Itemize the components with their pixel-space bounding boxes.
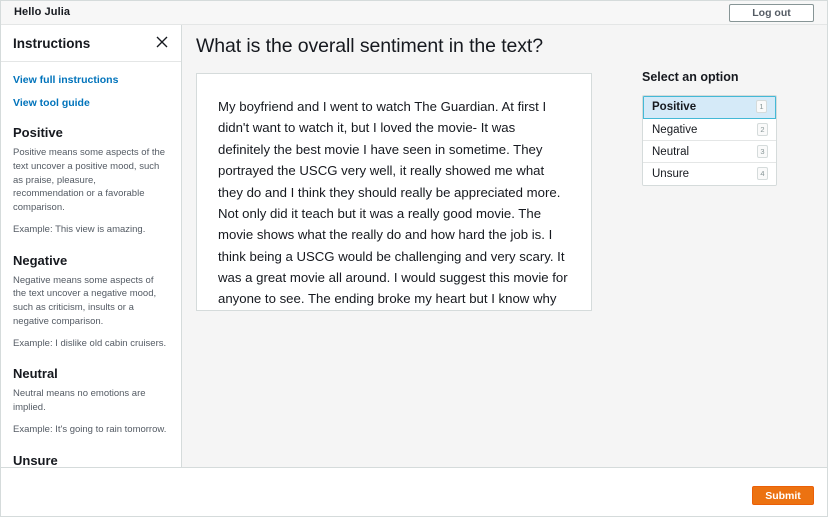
view-full-instructions-link[interactable]: View full instructions: [13, 74, 169, 86]
instruction-section: Positive Positive means some aspects of …: [13, 125, 169, 237]
section-heading-unsure: Unsure: [13, 453, 169, 467]
shortcut-key-badge: 2: [757, 123, 768, 136]
section-body-neutral: Neutral means no emotions are implied.: [13, 387, 169, 415]
options-title: Select an option: [642, 70, 777, 84]
option-label: Unsure: [652, 163, 689, 185]
section-example-positive: Example: This view is amazing.: [13, 223, 169, 237]
section-example-neutral: Example: It's going to rain tomorrow.: [13, 423, 169, 437]
section-body-negative: Negative means some aspects of the text …: [13, 274, 169, 329]
option-positive[interactable]: Positive 1: [643, 96, 776, 119]
instructions-body: View full instructions View tool guide P…: [1, 63, 181, 467]
instruction-section: Unsure Select this option when you are n…: [13, 453, 169, 467]
instructions-title: Instructions: [13, 36, 90, 51]
option-label: Negative: [652, 119, 697, 141]
instructions-header: Instructions: [1, 25, 181, 62]
shortcut-key-badge: 3: [757, 145, 768, 158]
option-label: Neutral: [652, 141, 689, 163]
view-tool-guide-link[interactable]: View tool guide: [13, 97, 169, 109]
section-heading-negative: Negative: [13, 253, 169, 268]
shortcut-key-badge: 4: [757, 167, 768, 180]
logout-button[interactable]: Log out: [729, 4, 814, 22]
section-heading-positive: Positive: [13, 125, 169, 140]
section-body-positive: Positive means some aspects of the text …: [13, 146, 169, 215]
options-list: Positive 1 Negative 2 Neutral 3 Unsure 4: [642, 95, 777, 186]
top-bar: Hello Julia Log out: [1, 1, 827, 25]
task-window: Hello Julia Log out Instructions View fu…: [0, 0, 828, 517]
footer-bar: Submit: [1, 469, 827, 516]
shortcut-key-badge: 1: [756, 100, 767, 113]
passage-box: My boyfriend and I went to watch The Gua…: [196, 73, 592, 311]
section-heading-neutral: Neutral: [13, 366, 169, 381]
content-region: Instructions View full instructions View…: [1, 25, 827, 468]
option-unsure[interactable]: Unsure 4: [643, 163, 776, 185]
section-example-negative: Example: I dislike old cabin cruisers.: [13, 337, 169, 351]
passage-text: My boyfriend and I went to watch The Gua…: [197, 74, 591, 310]
option-negative[interactable]: Negative 2: [643, 119, 776, 141]
instruction-section: Neutral Neutral means no emotions are im…: [13, 366, 169, 436]
instructions-sidebar: Instructions View full instructions View…: [1, 25, 182, 467]
greeting-text: Hello Julia: [14, 6, 70, 18]
submit-button[interactable]: Submit: [752, 486, 814, 505]
close-icon[interactable]: [153, 33, 171, 51]
main-panel: What is the overall sentiment in the tex…: [183, 25, 827, 467]
options-panel: Select an option Positive 1 Negative 2 N…: [642, 70, 777, 186]
option-neutral[interactable]: Neutral 3: [643, 141, 776, 163]
page-title: What is the overall sentiment in the tex…: [196, 35, 543, 58]
option-label: Positive: [652, 97, 696, 118]
instruction-section: Negative Negative means some aspects of …: [13, 253, 169, 351]
